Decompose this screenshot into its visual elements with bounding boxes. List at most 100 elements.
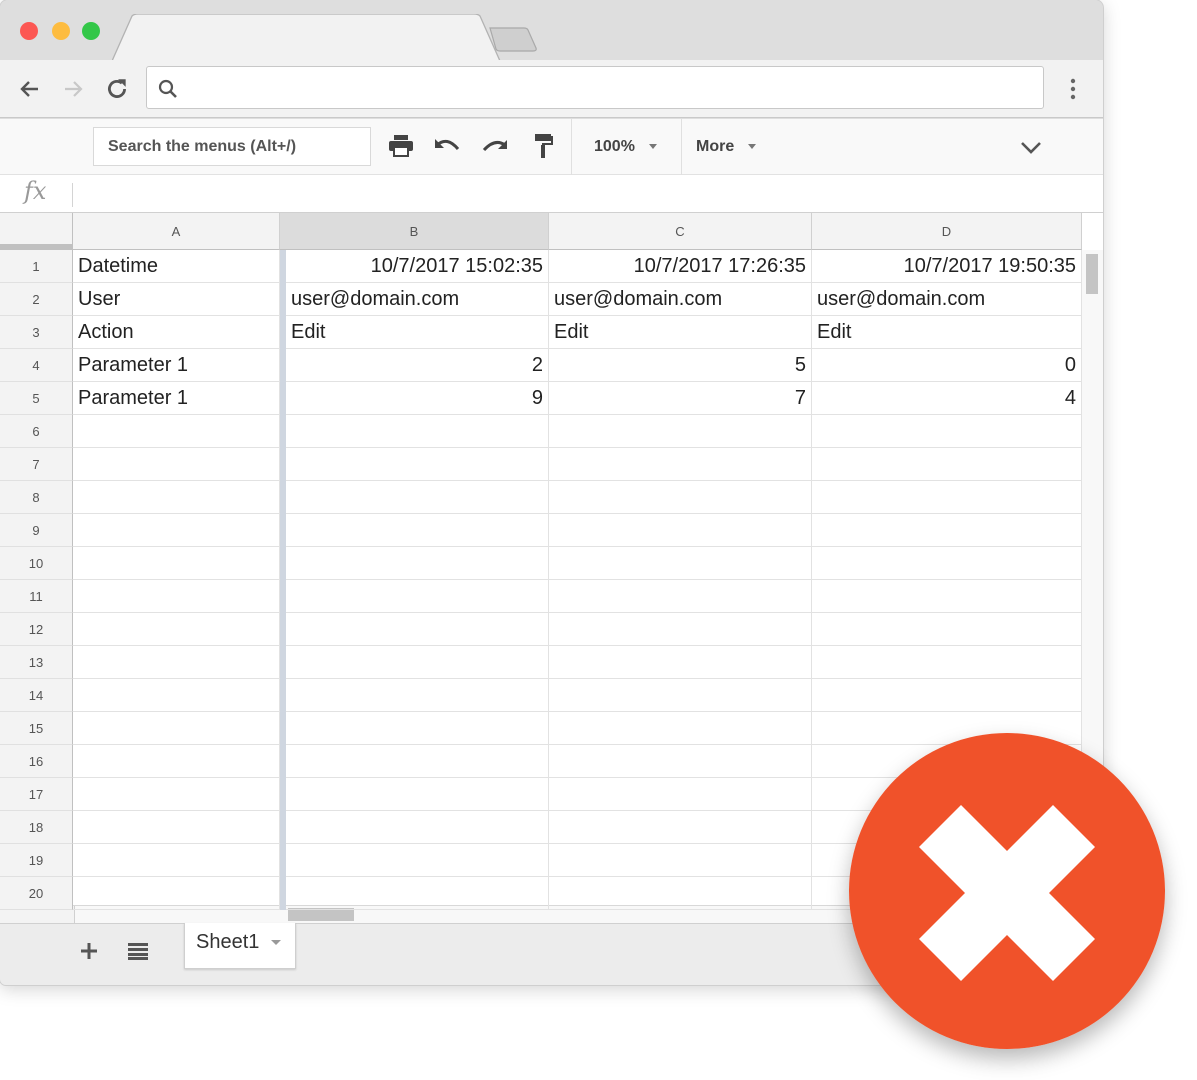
cell-a16[interactable]	[73, 745, 280, 778]
chevron-down-icon[interactable]	[1016, 133, 1046, 163]
cell-c14[interactable]	[549, 679, 812, 712]
cell-b13[interactable]	[286, 646, 549, 679]
cell-d12[interactable]	[812, 613, 1082, 646]
cell-c20[interactable]	[549, 877, 812, 910]
row-header-15[interactable]: 15	[0, 712, 73, 745]
row-header-14[interactable]: 14	[0, 679, 73, 712]
row-header-20[interactable]: 20	[0, 877, 73, 910]
cell-c13[interactable]	[549, 646, 812, 679]
column-header-d[interactable]: D	[812, 213, 1082, 250]
more-dropdown[interactable]: More	[696, 135, 757, 159]
cell-c18[interactable]	[549, 811, 812, 844]
column-header-b[interactable]: B	[280, 213, 549, 250]
menu-search-input[interactable]: Search the menus (Alt+/)	[93, 127, 371, 166]
cell-c2[interactable]: user@domain.com	[549, 283, 812, 316]
cell-c1[interactable]: 10/7/2017 17:26:35	[549, 250, 812, 283]
sheet-tab-sheet1[interactable]: Sheet1	[184, 923, 296, 969]
cell-c5[interactable]: 7	[549, 382, 812, 415]
row-header-3[interactable]: 3	[0, 316, 73, 349]
cell-d4[interactable]: 0	[812, 349, 1082, 382]
cell-b8[interactable]	[286, 481, 549, 514]
cell-b11[interactable]	[286, 580, 549, 613]
cell-a18[interactable]	[73, 811, 280, 844]
cell-b5[interactable]: 9	[286, 382, 549, 415]
cell-b7[interactable]	[286, 448, 549, 481]
reload-icon[interactable]	[102, 74, 132, 104]
cell-c3[interactable]: Edit	[549, 316, 812, 349]
cell-d9[interactable]	[812, 514, 1082, 547]
cell-a12[interactable]	[73, 613, 280, 646]
cell-a8[interactable]	[73, 481, 280, 514]
cell-a20[interactable]	[73, 877, 280, 910]
cell-b20[interactable]	[286, 877, 549, 910]
cell-a11[interactable]	[73, 580, 280, 613]
cell-a2[interactable]: User	[73, 283, 280, 316]
cell-a6[interactable]	[73, 415, 280, 448]
undo-icon[interactable]	[432, 131, 462, 161]
maximize-window-button[interactable]	[82, 22, 100, 40]
zoom-dropdown[interactable]: 100%	[594, 135, 657, 159]
cell-a1[interactable]: Datetime	[73, 250, 280, 283]
cell-c19[interactable]	[549, 844, 812, 877]
cell-a4[interactable]: Parameter 1	[73, 349, 280, 382]
vertical-scroll-thumb[interactable]	[1086, 254, 1098, 294]
back-arrow-icon[interactable]	[15, 74, 45, 104]
cell-a5[interactable]: Parameter 1	[73, 382, 280, 415]
row-header-8[interactable]: 8	[0, 481, 73, 514]
row-header-12[interactable]: 12	[0, 613, 73, 646]
cell-b3[interactable]: Edit	[286, 316, 549, 349]
cell-c10[interactable]	[549, 547, 812, 580]
cell-c12[interactable]	[549, 613, 812, 646]
cell-d2[interactable]: user@domain.com	[812, 283, 1082, 316]
cell-b2[interactable]: user@domain.com	[286, 283, 549, 316]
new-tab-button[interactable]	[486, 26, 544, 54]
cell-a10[interactable]	[73, 547, 280, 580]
row-header-17[interactable]: 17	[0, 778, 73, 811]
cell-c7[interactable]	[549, 448, 812, 481]
row-header-10[interactable]: 10	[0, 547, 73, 580]
cell-b4[interactable]: 2	[286, 349, 549, 382]
cell-d5[interactable]: 4	[812, 382, 1082, 415]
row-header-7[interactable]: 7	[0, 448, 73, 481]
cell-b9[interactable]	[286, 514, 549, 547]
column-header-a[interactable]: A	[73, 213, 280, 250]
row-header-16[interactable]: 16	[0, 745, 73, 778]
cell-c11[interactable]	[549, 580, 812, 613]
cell-b17[interactable]	[286, 778, 549, 811]
column-header-c[interactable]: C	[549, 213, 812, 250]
row-header-9[interactable]: 9	[0, 514, 73, 547]
paint-format-icon[interactable]	[528, 131, 558, 161]
redo-icon[interactable]	[480, 131, 510, 161]
row-header-13[interactable]: 13	[0, 646, 73, 679]
forward-arrow-icon[interactable]	[58, 74, 88, 104]
formula-input[interactable]	[80, 175, 1103, 212]
cell-a9[interactable]	[73, 514, 280, 547]
more-vert-icon[interactable]	[1062, 74, 1084, 104]
cell-b14[interactable]	[286, 679, 549, 712]
cell-a15[interactable]	[73, 712, 280, 745]
cell-d14[interactable]	[812, 679, 1082, 712]
cell-d13[interactable]	[812, 646, 1082, 679]
cell-b10[interactable]	[286, 547, 549, 580]
cell-d3[interactable]: Edit	[812, 316, 1082, 349]
cell-b19[interactable]	[286, 844, 549, 877]
cell-d10[interactable]	[812, 547, 1082, 580]
row-header-6[interactable]: 6	[0, 415, 73, 448]
cell-b12[interactable]	[286, 613, 549, 646]
browser-tab-active[interactable]	[112, 14, 502, 61]
cell-b16[interactable]	[286, 745, 549, 778]
cell-c6[interactable]	[549, 415, 812, 448]
cell-a3[interactable]: Action	[73, 316, 280, 349]
row-header-1[interactable]: 1	[0, 250, 73, 283]
cell-c4[interactable]: 5	[549, 349, 812, 382]
row-header-18[interactable]: 18	[0, 811, 73, 844]
cell-a14[interactable]	[73, 679, 280, 712]
cell-c17[interactable]	[549, 778, 812, 811]
minimize-window-button[interactable]	[52, 22, 70, 40]
cell-d7[interactable]	[812, 448, 1082, 481]
row-header-4[interactable]: 4	[0, 349, 73, 382]
frozen-column-divider[interactable]	[280, 250, 286, 910]
row-header-2[interactable]: 2	[0, 283, 73, 316]
cell-c16[interactable]	[549, 745, 812, 778]
cell-c15[interactable]	[549, 712, 812, 745]
